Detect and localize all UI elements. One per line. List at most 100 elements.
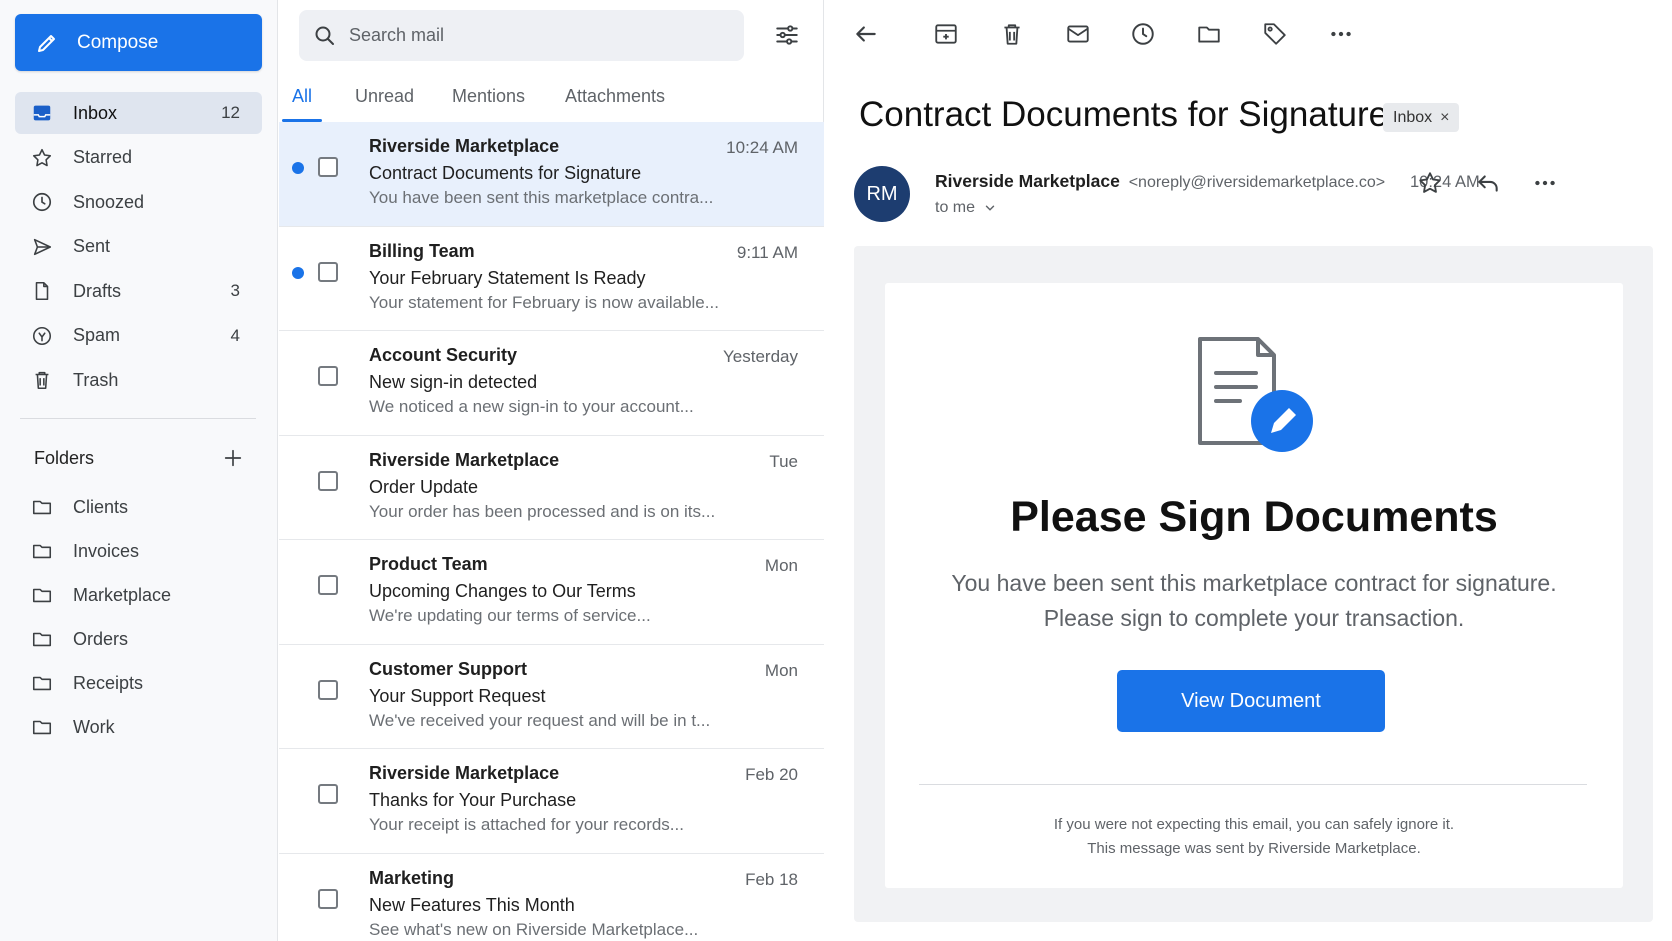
folder-item-orders[interactable]: Orders — [15, 617, 262, 661]
folder-item-clients[interactable]: Clients — [15, 485, 262, 529]
email-row[interactable]: Riverside Marketplace 10:24 AM Contract … — [279, 122, 824, 227]
nav-item-starred[interactable]: Starred — [15, 137, 262, 179]
email-sender: Billing Team — [369, 240, 475, 261]
email-preview: Your statement for February is now avail… — [369, 292, 719, 312]
sender-email: <noreply@riversidemarketplace.co> — [1128, 174, 1386, 191]
nav-item-sent[interactable]: Sent — [15, 226, 262, 268]
email-time: Feb 20 — [745, 765, 798, 784]
email-row[interactable]: Billing Team 9:11 AM Your February State… — [279, 226, 824, 331]
filter-sliders-icon[interactable] — [774, 22, 800, 48]
folder-icon — [1198, 26, 1220, 43]
tab-mentions[interactable]: Mentions — [452, 78, 525, 122]
folder-item-work[interactable]: Work — [15, 705, 262, 749]
unread-count: 12 — [221, 103, 240, 122]
view-document-button[interactable]: View Document — [1117, 670, 1385, 732]
email-time: 10:24 AM — [726, 138, 798, 157]
mark-unread-button[interactable] — [1064, 20, 1092, 48]
row-checkbox[interactable] — [318, 575, 338, 595]
message-card: Please Sign Documents You have been sent… — [885, 283, 1623, 888]
archive-icon — [935, 24, 957, 44]
draft-icon — [35, 281, 49, 301]
tab-all[interactable]: All — [281, 78, 323, 122]
email-row[interactable]: Account Security Yesterday New sign-in d… — [279, 331, 824, 436]
folder-label: Invoices — [73, 540, 140, 561]
footer-line-2: This message was sent by Riverside Marke… — [1087, 840, 1421, 857]
document-signature-icon — [1198, 337, 1313, 452]
tab-unread[interactable]: Unread — [355, 78, 414, 122]
email-sender: Riverside Marketplace — [369, 136, 560, 156]
search-input[interactable] — [349, 25, 729, 46]
email-time: Mon — [764, 556, 798, 575]
trash-icon — [1004, 24, 1020, 45]
folder-item-marketplace[interactable]: Marketplace — [15, 573, 262, 617]
email-row[interactable]: Riverside Marketplace Feb 20 Thanks for … — [279, 749, 824, 854]
row-checkbox[interactable] — [318, 366, 338, 386]
reply-icon — [1478, 175, 1498, 192]
card-divider — [919, 784, 1587, 785]
archive-button[interactable] — [932, 20, 960, 48]
email-sender: Riverside Marketplace — [369, 449, 560, 470]
folder-icon — [32, 588, 52, 603]
reading-pane: Contract Documents for Signature Inbox ×… — [825, 0, 1672, 941]
drafts-count: 3 — [230, 281, 240, 300]
sender-avatar: RM — [854, 166, 910, 222]
message-toolbar — [825, 16, 1672, 52]
row-checkbox[interactable] — [318, 470, 338, 491]
message-subject: Contract Documents for Signature — [859, 95, 1389, 134]
email-time: Tue — [769, 451, 798, 471]
more-horizontal-icon — [1535, 180, 1555, 186]
snooze-button[interactable] — [1129, 20, 1157, 48]
send-icon — [33, 238, 52, 255]
label-button[interactable] — [1261, 20, 1289, 48]
chevron-down-icon — [985, 205, 995, 211]
arrow-left-icon — [856, 26, 876, 42]
pencil-icon — [38, 34, 55, 52]
folder-item-receipts[interactable]: Receipts — [15, 661, 262, 705]
compose-button[interactable]: Compose — [15, 14, 262, 71]
email-subject: New Features This Month — [369, 894, 575, 915]
email-time: Yesterday — [723, 347, 798, 366]
folder-item-invoices[interactable]: Invoices — [15, 529, 262, 573]
recipients-toggle[interactable]: to me — [935, 199, 997, 217]
sender-line: Riverside Marketplace <noreply@riverside… — [935, 171, 1385, 192]
delete-button[interactable] — [998, 20, 1026, 48]
email-sender: Product Team — [369, 554, 488, 574]
card-footer: If you were not expecting this email, yo… — [885, 813, 1623, 861]
email-row[interactable]: Riverside Marketplace Tue Order Update Y… — [279, 435, 824, 540]
row-checkbox[interactable] — [318, 157, 338, 177]
nav-label: Spam — [73, 325, 121, 345]
row-checkbox[interactable] — [318, 888, 338, 909]
back-button[interactable] — [852, 20, 880, 48]
email-subject: Your Support Request — [369, 685, 546, 706]
email-sender: Account Security — [369, 345, 518, 365]
more-options-button[interactable] — [1327, 20, 1355, 48]
email-preview: We noticed a new sign-in to your account… — [369, 397, 694, 416]
add-folder-icon[interactable] — [222, 447, 244, 469]
nav-item-spam[interactable]: Spam 4 — [15, 315, 262, 357]
email-row[interactable]: Product Team Mon Upcoming Changes to Our… — [279, 540, 824, 645]
tab-attachments[interactable]: Attachments — [565, 78, 665, 122]
nav-label: Trash — [73, 369, 119, 390]
star-button[interactable] — [1417, 170, 1445, 198]
footer-line-1: If you were not expecting this email, yo… — [1053, 816, 1455, 833]
nav-item-drafts[interactable]: Drafts 3 — [15, 270, 262, 312]
email-row[interactable]: Customer Support Mon Your Support Reques… — [279, 644, 824, 749]
reply-button[interactable] — [1475, 170, 1503, 198]
email-subject: Thanks for Your Purchase — [369, 790, 577, 810]
nav-item-trash[interactable]: Trash — [15, 359, 262, 401]
row-checkbox[interactable] — [318, 679, 338, 700]
message-more-button[interactable] — [1532, 170, 1560, 198]
folders-header: Folders — [34, 447, 244, 469]
nav-item-snoozed[interactable]: Snoozed — [15, 181, 262, 223]
move-to-folder-button[interactable] — [1195, 20, 1223, 48]
search-bar[interactable] — [299, 10, 744, 61]
folder-label: Receipts — [73, 672, 144, 693]
folders-label: Folders — [34, 447, 95, 468]
remove-label-icon[interactable]: × — [1440, 109, 1449, 127]
email-row[interactable]: Marketing Feb 18 New Features This Month… — [279, 853, 824, 941]
row-checkbox[interactable] — [318, 784, 338, 804]
nav-item-inbox[interactable]: Inbox 12 — [15, 92, 262, 134]
email-rows: Riverside Marketplace 10:24 AM Contract … — [279, 122, 824, 941]
row-checkbox[interactable] — [318, 261, 338, 282]
email-preview: We're updating our terms of service... — [369, 606, 651, 625]
